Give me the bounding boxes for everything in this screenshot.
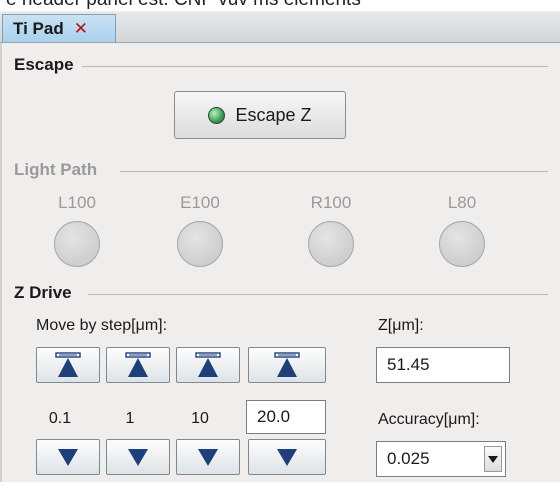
light-path-label-r100: R100 <box>310 193 352 212</box>
step-value-0-1: 0.1 <box>48 410 72 427</box>
custom-step-input[interactable]: 20.0 <box>246 400 326 434</box>
step-up-icon <box>55 352 81 377</box>
light-path-button-l100[interactable] <box>54 221 100 267</box>
step-up-icon <box>195 352 221 377</box>
close-icon[interactable]: ✕ <box>74 19 88 39</box>
step-value-1: 1 <box>125 410 135 427</box>
move-by-step-label: Move by step[μm]: <box>36 317 168 334</box>
section-title-light-path: Light Path <box>14 160 98 179</box>
step-value-10: 10 <box>191 410 209 427</box>
accuracy-value: 0.025 <box>387 449 430 468</box>
ti-pad-panel: Escape Escape Z Light Path L100 E100 R10… <box>0 43 558 482</box>
step-up-button-1[interactable] <box>106 347 170 383</box>
light-path-button-e100[interactable] <box>177 221 223 267</box>
step-up-button-10[interactable] <box>176 347 240 383</box>
light-path-button-l80[interactable] <box>439 221 485 267</box>
status-led-icon <box>208 106 226 124</box>
step-down-icon <box>198 449 218 466</box>
step-down-button-custom[interactable] <box>248 439 326 475</box>
escape-z-button[interactable]: Escape Z <box>174 91 346 139</box>
dropdown-arrow-icon[interactable] <box>484 446 502 472</box>
section-divider <box>88 294 548 295</box>
step-up-icon <box>274 352 300 377</box>
light-path-label-e100: E100 <box>180 193 220 212</box>
tab-ti-pad[interactable]: Ti Pad ✕ <box>2 14 116 42</box>
step-down-icon <box>277 449 297 466</box>
section-title-z-drive: Z Drive <box>14 283 72 302</box>
light-path-label-l80: L80 <box>447 193 477 212</box>
step-down-icon <box>58 449 78 466</box>
section-title-escape: Escape <box>14 55 74 74</box>
accuracy-select[interactable]: 0.025 <box>376 441 506 477</box>
light-path-label-l100: L100 <box>58 193 96 212</box>
step-up-icon <box>125 352 151 377</box>
step-up-button-custom[interactable] <box>248 347 326 383</box>
z-position-label: Z[μm]: <box>378 317 424 334</box>
escape-z-label: Escape Z <box>235 104 312 125</box>
step-down-button-0-1[interactable] <box>36 439 100 475</box>
step-down-button-1[interactable] <box>106 439 170 475</box>
section-divider <box>120 171 548 172</box>
light-path-button-r100[interactable] <box>308 221 354 267</box>
clipped-caption: e header panel est. CNF vuv ms elements <box>0 0 560 11</box>
step-up-button-0-1[interactable] <box>36 347 100 383</box>
step-down-icon <box>128 449 148 466</box>
accuracy-label: Accuracy[μm]: <box>378 411 480 428</box>
section-divider <box>82 66 548 67</box>
z-position-field[interactable]: 51.45 <box>376 347 510 383</box>
tab-bar: Ti Pad ✕ <box>0 12 560 43</box>
tab-label: Ti Pad <box>13 18 64 38</box>
step-down-button-10[interactable] <box>176 439 240 475</box>
